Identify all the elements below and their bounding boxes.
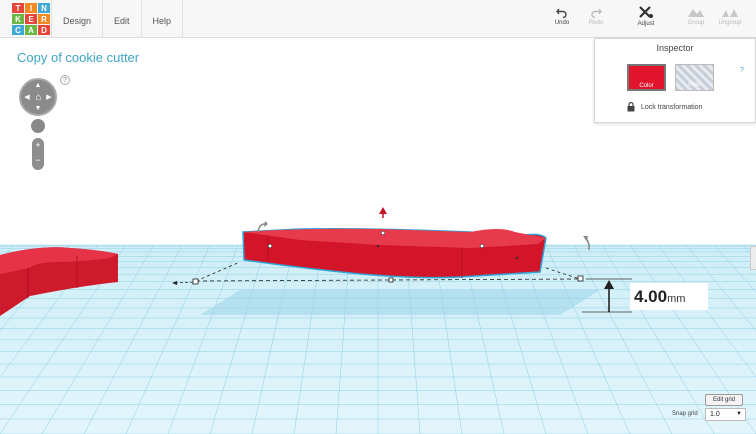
- lock-label: Lock transformation: [641, 103, 703, 111]
- shape-shadow: [200, 290, 600, 315]
- center-handle[interactable]: [376, 244, 380, 248]
- snap-grid-label: Snap grid: [672, 411, 698, 417]
- logo-letter: D: [38, 25, 50, 35]
- chevron-down-icon: ▼: [736, 411, 742, 417]
- zoom-in-button[interactable]: +: [32, 138, 44, 153]
- height-dimension-field[interactable]: 4.00mm: [630, 283, 708, 310]
- view-orbit-control[interactable]: ▲ ▼ ◀ ▶ ⌂: [19, 78, 57, 116]
- resize-handle[interactable]: [380, 230, 386, 236]
- corner-handle[interactable]: [388, 277, 394, 283]
- group-label: Group: [687, 20, 705, 26]
- logo-letter: R: [38, 14, 50, 24]
- menu-help[interactable]: Help: [142, 0, 184, 38]
- help-icon[interactable]: ?: [60, 75, 70, 85]
- inspector-panel: Inspector Color Hole ? Lock transformati…: [594, 38, 756, 123]
- edit-grid-button[interactable]: Edit grid: [705, 394, 743, 406]
- adjust-button[interactable]: Adjust: [629, 6, 663, 36]
- corner-handle[interactable]: [192, 278, 199, 285]
- logo-letter: K: [12, 14, 24, 24]
- resize-handle[interactable]: [479, 243, 485, 249]
- tinkercad-logo[interactable]: TIN KER CAD: [12, 3, 51, 36]
- snap-grid-select[interactable]: 1.0 ▼: [705, 408, 746, 421]
- lock-transformation-toggle[interactable]: Lock transformation: [627, 102, 702, 112]
- inspector-title: Inspector: [656, 43, 694, 53]
- orbit-right-icon[interactable]: ▶: [45, 94, 53, 101]
- undo-label: Undo: [554, 20, 570, 26]
- zoom-control: + −: [32, 138, 44, 170]
- menu-edit[interactable]: Edit: [103, 0, 142, 38]
- logo-letter: A: [25, 25, 37, 35]
- group-button[interactable]: Group: [679, 6, 713, 36]
- inspector-help-icon[interactable]: ?: [740, 67, 744, 74]
- zoom-out-button[interactable]: −: [32, 153, 44, 168]
- center-handle[interactable]: [515, 256, 519, 260]
- orbit-down-icon[interactable]: ▼: [34, 105, 42, 112]
- lift-arrow[interactable]: [379, 207, 387, 214]
- redo-label: Redo: [588, 20, 604, 26]
- resize-handle[interactable]: [267, 243, 273, 249]
- lock-icon: [627, 102, 635, 112]
- logo-letter: C: [12, 25, 24, 35]
- menu-design[interactable]: Design: [51, 0, 104, 38]
- home-icon[interactable]: ⌂: [33, 92, 44, 103]
- group-icon: [688, 9, 704, 17]
- ungroup-icon: [722, 9, 738, 17]
- hole-button[interactable]: Hole: [675, 64, 714, 91]
- ungroup-button[interactable]: Ungroup: [713, 6, 747, 36]
- logo-letter: E: [25, 14, 37, 24]
- corner-handle[interactable]: [577, 275, 584, 282]
- redo-button[interactable]: Redo: [579, 6, 613, 36]
- dimension-unit: mm: [667, 293, 686, 305]
- logo-letter: I: [25, 3, 37, 13]
- orbit-left-icon[interactable]: ◀: [23, 94, 31, 101]
- adjust-icon: [639, 6, 653, 18]
- redo-icon: [591, 8, 602, 18]
- fit-view-icon[interactable]: [31, 119, 45, 133]
- orbit-up-icon[interactable]: ▲: [34, 82, 42, 89]
- project-title[interactable]: Copy of cookie cutter: [17, 50, 139, 65]
- dimension-value[interactable]: 4.00: [634, 287, 667, 306]
- logo-letter: N: [38, 3, 50, 13]
- undo-icon: [556, 8, 567, 18]
- undo-button[interactable]: Undo: [545, 6, 579, 36]
- main-menu: Design Edit Help: [51, 0, 184, 38]
- logo-letter: T: [12, 3, 24, 13]
- adjust-label: Adjust: [637, 21, 655, 27]
- color-button[interactable]: Color: [627, 64, 666, 91]
- side-panel-tab[interactable]: [750, 246, 756, 270]
- top-bar: TIN KER CAD Design Edit Help Undo Redo Adj…: [0, 0, 756, 38]
- snap-grid-value: 1.0: [710, 411, 720, 418]
- ungroup-label: Ungroup: [718, 20, 742, 26]
